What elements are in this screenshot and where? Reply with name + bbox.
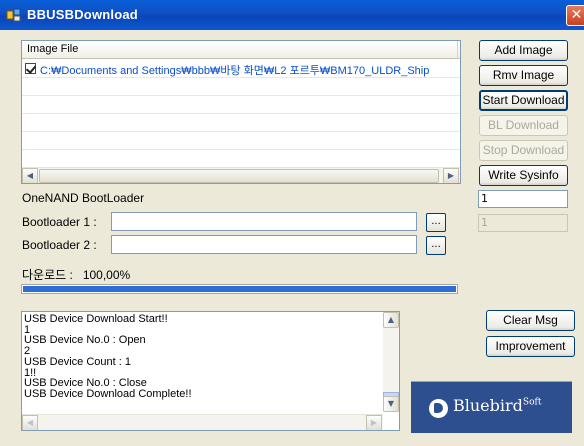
improvement-button[interactable]: Improvement bbox=[486, 336, 575, 357]
image-checkbox[interactable] bbox=[25, 63, 36, 74]
list-item bbox=[22, 78, 460, 96]
logo-text: BluebirdSoft bbox=[453, 396, 541, 415]
download-progress-label: 다운로드 : 100,00% bbox=[22, 268, 131, 282]
log-line: USB Device Download Complete!! bbox=[24, 387, 192, 400]
list-header: Image File bbox=[22, 41, 460, 59]
title-bar[interactable]: BBUSBDownload ✕ bbox=[0, 0, 584, 30]
bootloader-1-browse-button[interactable]: ... bbox=[426, 213, 446, 232]
logo-brand: Bluebird bbox=[453, 396, 523, 415]
arrow-left-icon[interactable]: ◀ bbox=[22, 415, 38, 430]
message-log[interactable]: USB Device Download Start!! 1 USB Device N… bbox=[21, 311, 400, 431]
list-item[interactable]: C:₩Documents and Settings₩bbb₩바탕 화면₩L2 포… bbox=[22, 60, 460, 78]
list-item bbox=[22, 150, 460, 168]
rmv-image-button[interactable]: Rmv Image bbox=[479, 65, 568, 86]
bootloader-2-browse-button[interactable]: ... bbox=[426, 236, 446, 255]
log-line: USB Device No.0 : Open bbox=[24, 334, 146, 347]
sysinfo-input[interactable]: 1 bbox=[478, 190, 568, 208]
window-title: BBUSBDownload bbox=[27, 7, 138, 22]
write-sysinfo-button[interactable]: Write Sysinfo bbox=[479, 165, 568, 186]
main-window: BBUSBDownload ✕ Image File C:₩Documents … bbox=[0, 0, 584, 446]
arrow-left-icon[interactable]: ◀ bbox=[22, 168, 38, 183]
list-item bbox=[22, 132, 460, 150]
list-horizontal-scrollbar[interactable]: ◀ ▶ bbox=[22, 167, 460, 183]
bootloader-2-label: Bootloader 2 : bbox=[22, 238, 97, 252]
sysinfo-disabled-field: 1 bbox=[478, 214, 568, 232]
clear-msg-button[interactable]: Clear Msg bbox=[486, 310, 575, 331]
close-button[interactable]: ✕ bbox=[566, 5, 584, 26]
log-vertical-scrollbar[interactable]: ▲ ▼ bbox=[383, 312, 399, 412]
logo-suffix: Soft bbox=[522, 397, 542, 408]
bootloader-1-label: Bootloader 1 : bbox=[22, 215, 97, 229]
bootloader-1-field[interactable] bbox=[111, 212, 417, 231]
log-line: USB Device Count : 1 bbox=[24, 355, 131, 368]
list-item bbox=[22, 114, 460, 132]
scroll-thumb[interactable] bbox=[39, 169, 439, 183]
start-download-button[interactable]: Start Download bbox=[479, 90, 568, 111]
list-item bbox=[22, 96, 460, 114]
bluebird-logo-icon bbox=[429, 399, 448, 418]
message-lines: USB Device Download Start!! 1 USB Device N… bbox=[24, 314, 382, 400]
arrow-down-icon[interactable]: ▼ bbox=[383, 396, 399, 412]
stop-download-button[interactable]: Stop Download bbox=[479, 140, 568, 161]
arrow-right-icon[interactable]: ▶ bbox=[443, 168, 459, 183]
add-image-button[interactable]: Add Image bbox=[479, 40, 568, 61]
app-icon bbox=[6, 8, 21, 22]
bootloader-2-field[interactable] bbox=[111, 235, 417, 254]
arrow-up-icon[interactable]: ▲ bbox=[383, 312, 399, 328]
log-line: USB Device Download Start!! bbox=[24, 313, 168, 325]
image-file-list[interactable]: Image File C:₩Documents and Settings₩bbb… bbox=[21, 40, 461, 184]
progress-fill bbox=[23, 286, 456, 292]
bl-download-button[interactable]: BL Download bbox=[479, 115, 568, 136]
column-header-image-file[interactable]: Image File bbox=[22, 41, 458, 59]
log-horizontal-scrollbar[interactable]: ◀ ▶ bbox=[22, 414, 383, 430]
bluebird-logo: BluebirdSoft bbox=[411, 381, 572, 433]
close-icon: ✕ bbox=[570, 7, 583, 23]
download-progress-bar bbox=[21, 284, 458, 294]
image-path: C:₩Documents and Settings₩bbb₩바탕 화면₩L2 포… bbox=[40, 65, 430, 77]
arrow-right-icon[interactable]: ▶ bbox=[366, 415, 382, 430]
onenand-bootloader-label: OneNAND BootLoader bbox=[22, 191, 145, 205]
